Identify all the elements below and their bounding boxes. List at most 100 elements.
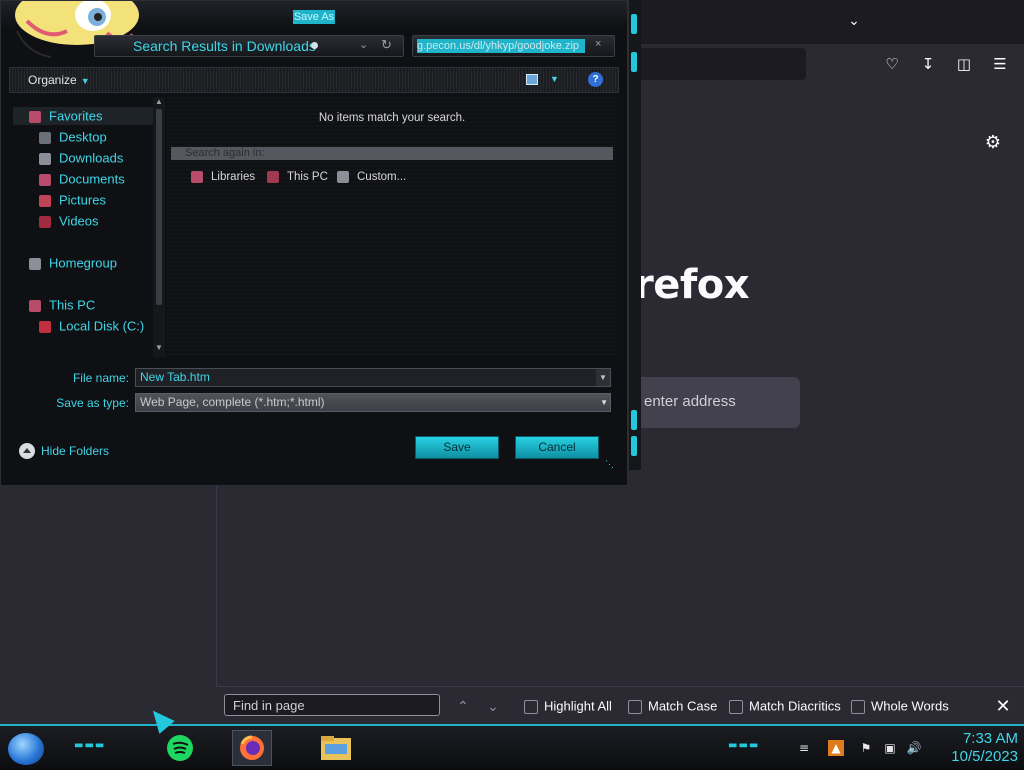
checkbox-icon: [729, 699, 743, 714]
refresh-icon[interactable]: ↻: [381, 37, 392, 53]
scroll-thumb[interactable]: [156, 109, 162, 305]
disk-icon: [39, 320, 51, 333]
nav-item-pictures[interactable]: Pictures: [39, 191, 106, 209]
downloads-icon[interactable]: ↧: [916, 52, 940, 76]
nav-item-desktop[interactable]: Desktop: [39, 128, 107, 146]
option-label: Whole Words: [871, 698, 949, 714]
spotify-icon[interactable]: [160, 730, 200, 766]
nav-item-documents[interactable]: Documents: [39, 170, 125, 188]
file-name-label: File name:: [72, 371, 129, 385]
firefox-icon[interactable]: [232, 730, 272, 766]
match-case-checkbox[interactable]: Match Case: [628, 697, 717, 715]
star-icon: [29, 110, 41, 123]
save-as-type-value: Web Page, complete (*.htm;*.html): [140, 395, 325, 409]
newtab-search-box[interactable]: enter address: [630, 377, 800, 428]
find-next-icon[interactable]: ⌄: [482, 695, 504, 717]
folder-icon: [337, 171, 349, 183]
search-clear-icon[interactable]: ×: [595, 38, 601, 50]
homegroup-icon: [29, 257, 41, 270]
volume-icon[interactable]: 🔊: [906, 740, 922, 756]
save-button[interactable]: Save: [415, 436, 499, 459]
change-view-icon[interactable]: [526, 74, 538, 85]
navigation-pane: Favorites Desktop Downloads Documents Pi…: [9, 97, 165, 357]
scroll-down-icon[interactable]: ▼: [155, 343, 163, 352]
url-bar[interactable]: [620, 48, 806, 80]
nav-item-local-disk[interactable]: Local Disk (C:): [39, 317, 144, 335]
nav-item-favorites[interactable]: Favorites: [13, 107, 153, 125]
pc-icon: [29, 299, 41, 312]
nav-item-homegroup[interactable]: Homegroup: [29, 254, 117, 272]
nav-item-videos[interactable]: Videos: [39, 212, 99, 230]
save-as-type-select[interactable]: Web Page, complete (*.htm;*.html) ▼: [135, 393, 611, 412]
organize-button[interactable]: Organize ▼: [28, 73, 90, 87]
scroll-up-icon[interactable]: ▲: [155, 97, 163, 106]
dialog-toolbar: Organize ▼ ▼ ?: [9, 67, 619, 93]
hide-folders-button[interactable]: Hide Folders: [19, 441, 109, 459]
chevron-down-icon: ▼: [600, 398, 608, 407]
action-center-flag-icon[interactable]: ⚑: [858, 740, 874, 756]
chevron-down-icon: ▼: [80, 76, 90, 86]
search-location-custom[interactable]: Custom...: [337, 171, 406, 183]
address-bar[interactable]: Search Results in Downloads ⌄ ↻: [94, 35, 404, 57]
close-findbar-icon[interactable]: ✕: [992, 695, 1014, 717]
menu-icon[interactable]: ☰: [988, 52, 1012, 76]
firefox-brand-title: refox: [634, 262, 750, 308]
libraries-icon: [191, 171, 203, 183]
search-placeholder: enter address: [644, 393, 736, 410]
pocket-icon[interactable]: ♡: [880, 52, 904, 76]
address-dropdown-icon[interactable]: ⌄: [359, 38, 368, 51]
list-all-tabs-icon[interactable]: ⌄: [843, 10, 865, 32]
find-bar: Find in page ⌃ ⌄ Highlight All Match Cas…: [216, 686, 1024, 725]
clock-time[interactable]: 7:33 AM: [928, 730, 1018, 747]
videos-icon: [39, 215, 51, 228]
collapse-up-icon: [19, 442, 35, 459]
option-label: Match Diacritics: [749, 698, 841, 714]
search-again-header: Search again in:: [171, 147, 613, 160]
nav-item-downloads[interactable]: Downloads: [39, 149, 123, 167]
match-diacritics-checkbox[interactable]: Match Diacritics: [729, 697, 841, 715]
file-list-pane: No items match your search. Search again…: [167, 97, 617, 357]
tray-app-icon[interactable]: ▲: [828, 740, 844, 756]
organize-label: Organize: [28, 73, 77, 87]
clock-date[interactable]: 10/5/2023: [928, 748, 1018, 765]
taskbar-decoration: ▬▬▬: [728, 740, 760, 751]
taskbar: ▬▬▬ ▬▬▬ ≡ ▲ ⚑ ▣ 🔊 7:33 AM 10/5/2023: [0, 724, 1024, 770]
highlight-all-checkbox[interactable]: Highlight All: [524, 697, 612, 715]
search-location-libraries[interactable]: Libraries: [191, 171, 255, 183]
file-name-value: New Tab.htm: [140, 370, 210, 384]
settings-gear-icon[interactable]: ⚙: [982, 132, 1004, 154]
taskbar-decoration: ▬▬▬: [74, 740, 106, 751]
checkbox-icon: [851, 699, 865, 714]
downloads-icon: [39, 152, 51, 165]
location-label: This PC: [287, 171, 328, 183]
nav-label: Videos: [59, 213, 99, 229]
whole-words-checkbox[interactable]: Whole Words: [851, 697, 949, 715]
search-box[interactable]: g.pecon.us/dl/yhkyp/goodjoke.zip ×: [412, 35, 615, 57]
nav-scrollbar[interactable]: ▲ ▼: [153, 97, 165, 357]
file-name-input[interactable]: New Tab.htm ▼: [135, 368, 611, 387]
save-as-dialog: Save As Search Results in Downloads ⌄ ↻ …: [0, 0, 628, 486]
nav-label: Local Disk (C:): [59, 318, 145, 334]
file-explorer-icon[interactable]: [316, 730, 356, 766]
help-icon[interactable]: ?: [588, 72, 603, 87]
nav-item-this-pc[interactable]: This PC: [29, 296, 95, 314]
option-label: Match Case: [648, 698, 718, 714]
dialog-title: Save As: [293, 10, 335, 24]
file-name-dropdown-icon[interactable]: ▼: [596, 369, 610, 386]
checkbox-icon: [628, 699, 642, 714]
nav-label: Desktop: [59, 129, 107, 145]
resize-grip-icon[interactable]: ⋱: [605, 459, 614, 470]
frame-notch: [631, 410, 637, 430]
extensions-icon[interactable]: ◫: [952, 52, 976, 76]
pc-icon: [267, 171, 279, 183]
frame-notch: [631, 436, 637, 456]
find-previous-icon[interactable]: ⌃: [452, 695, 474, 717]
address-text: Search Results in Downloads: [133, 38, 316, 54]
view-options-chevron-icon[interactable]: ▼: [550, 74, 559, 84]
cancel-button[interactable]: Cancel: [515, 436, 599, 459]
checkbox-icon: [524, 699, 538, 714]
start-button[interactable]: [8, 733, 44, 765]
find-input[interactable]: Find in page: [224, 694, 440, 716]
search-location-this-pc[interactable]: This PC: [267, 171, 328, 183]
network-icon[interactable]: ▣: [882, 740, 898, 756]
